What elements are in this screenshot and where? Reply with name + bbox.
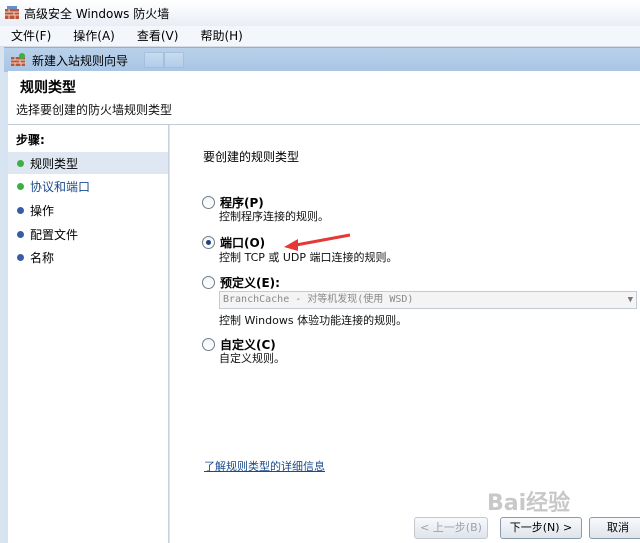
help-link[interactable]: 了解规则类型的详细信息 xyxy=(204,458,325,474)
cancel-button[interactable]: 取消 xyxy=(589,517,640,539)
step-name[interactable]: 名称 xyxy=(8,246,168,268)
page-subtitle: 选择要创建的防火墙规则类型 xyxy=(16,103,173,117)
step-protocol-port[interactable]: 协议和端口 xyxy=(8,175,168,197)
menu-help[interactable]: 帮助(H) xyxy=(189,26,253,46)
step-label: 协议和端口 xyxy=(30,179,91,194)
step-status-icon xyxy=(17,182,24,190)
maximize-button[interactable] xyxy=(164,52,184,68)
step-status-icon xyxy=(17,253,24,261)
chevron-down-icon: ▼ xyxy=(627,295,633,305)
window-title: 高级安全 Windows 防火墙 xyxy=(24,6,170,21)
back-button[interactable]: < 上一步(B) xyxy=(414,517,488,539)
content-panel: 要创建的规则类型 程序(P) 控制程序连接的规则。 端口(O) 控制 TCP 或… xyxy=(170,125,640,543)
baidu-watermark: Bai经验 xyxy=(487,491,571,516)
step-status-icon xyxy=(17,206,24,214)
wizard-titlebar: 新建入站规则向导 xyxy=(4,47,640,72)
step-label: 规则类型 xyxy=(30,156,79,171)
radio-program[interactable] xyxy=(202,196,215,209)
step-label: 操作 xyxy=(30,203,55,218)
wizard-title: 新建入站规则向导 xyxy=(32,53,129,68)
menu-action[interactable]: 操作(A) xyxy=(62,26,126,46)
radio-predefined[interactable] xyxy=(202,276,215,289)
step-rule-type[interactable]: 规则类型 xyxy=(8,152,168,174)
radio-custom[interactable] xyxy=(202,338,215,351)
rule-type-prompt: 要创建的规则类型 xyxy=(203,150,300,164)
page-title: 规则类型 xyxy=(20,80,76,96)
option-desc: 控制 Windows 体验功能连接的规则。 xyxy=(219,314,408,327)
step-status-icon xyxy=(17,159,24,167)
step-label: 名称 xyxy=(30,250,55,265)
steps-panel: 步骤: 规则类型 协议和端口 操作 配置文件 名称 xyxy=(8,125,169,543)
option-desc: 自定义规则。 xyxy=(219,352,285,365)
option-desc: 控制程序连接的规则。 xyxy=(219,210,329,223)
menu-view[interactable]: 查看(V) xyxy=(126,26,190,46)
window-titlebar: 高级安全 Windows 防火墙 xyxy=(0,0,640,26)
step-action[interactable]: 操作 xyxy=(8,199,168,221)
next-button[interactable]: 下一步(N) > xyxy=(500,517,582,539)
option-predefined[interactable]: 预定义(E): xyxy=(202,274,280,291)
select-value: BranchCache - 对等机发现(使用 WSD) xyxy=(223,294,414,305)
step-label: 配置文件 xyxy=(30,227,79,242)
step-profile[interactable]: 配置文件 xyxy=(8,223,168,245)
wizard-header: 规则类型 选择要创建的防火墙规则类型 xyxy=(8,71,640,125)
step-status-icon xyxy=(17,230,24,238)
menu-bar: 文件(F) 操作(A) 查看(V) 帮助(H) xyxy=(0,26,640,47)
firewall-icon xyxy=(5,6,19,19)
steps-title: 步骤: xyxy=(16,133,45,147)
predefined-select[interactable]: BranchCache - 对等机发现(使用 WSD) ▼ xyxy=(219,291,637,309)
option-label: 预定义(E): xyxy=(220,276,280,290)
radio-port[interactable] xyxy=(202,236,215,249)
menu-file[interactable]: 文件(F) xyxy=(0,26,62,46)
minimize-button[interactable] xyxy=(144,52,164,68)
wizard-firewall-icon xyxy=(11,53,25,66)
annotation-arrow-icon xyxy=(284,233,351,251)
